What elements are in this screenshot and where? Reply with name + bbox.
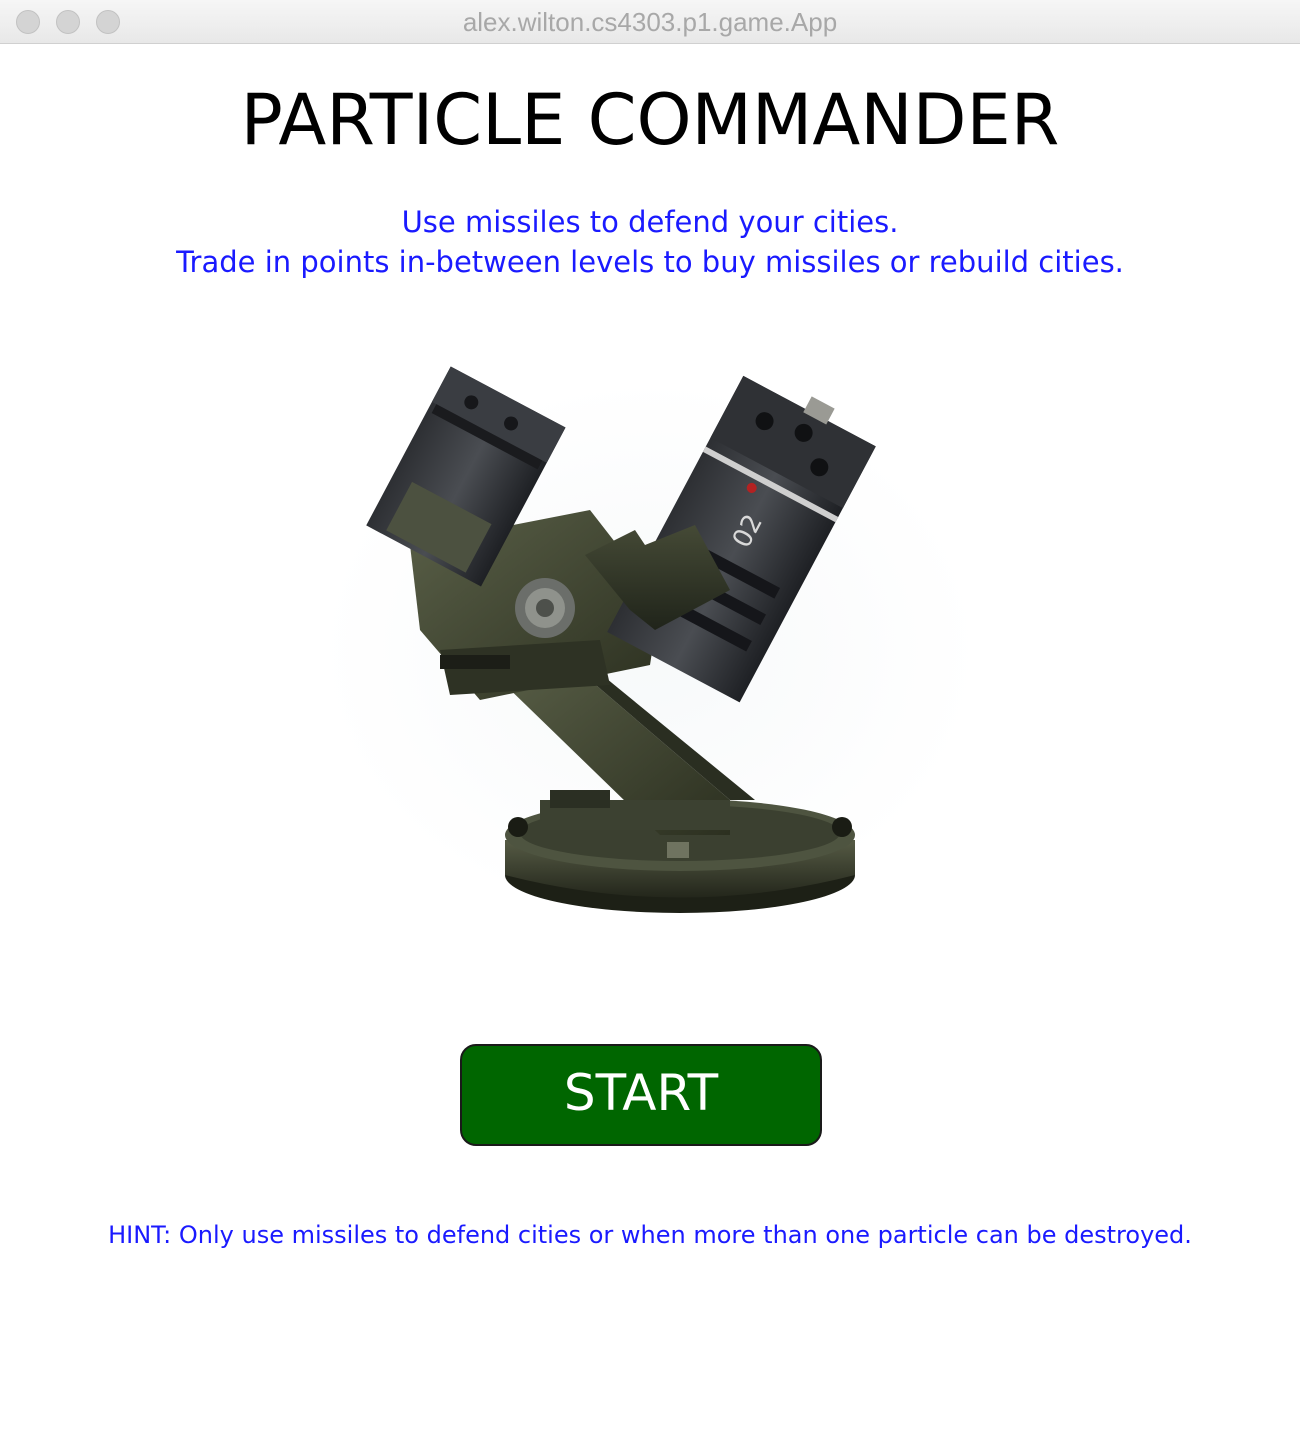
hint-text: HINT: Only use missiles to defend cities… [108,1221,1192,1249]
instruction-line-2: Trade in points in-between levels to buy… [176,245,1124,279]
window-title: alex.wilton.cs4303.p1.game.App [462,7,838,37]
start-button[interactable]: START [460,1044,822,1146]
title-bar[interactable]: alex.wilton.cs4303.p1.game.App [0,0,1300,44]
app-window: alex.wilton.cs4303.p1.game.App PARTICLE … [0,0,1300,1444]
game-title: PARTICLE COMMANDER [240,79,1060,161]
missile-launcher-image: 02 [320,366,980,920]
instruction-line-1: Use missiles to defend your cities. [401,205,899,239]
